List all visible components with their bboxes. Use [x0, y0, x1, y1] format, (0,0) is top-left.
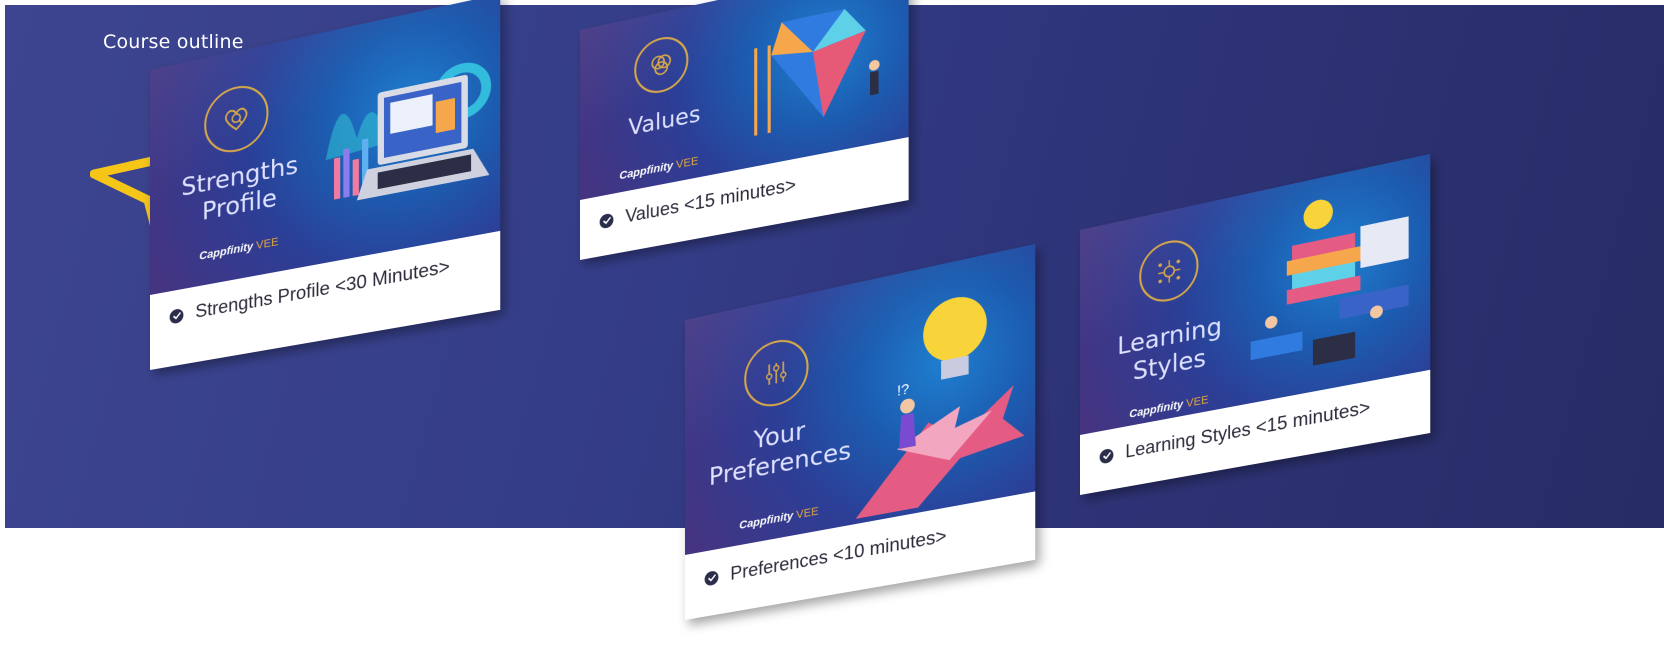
completed-check-icon	[705, 570, 719, 587]
cappfinity-logo: Cappfinity VEE	[1129, 394, 1208, 421]
cappfinity-logo: Cappfinity VEE	[739, 505, 818, 532]
cappfinity-logo: Cappfinity VEE	[199, 236, 278, 263]
svg-text:!?: !?	[897, 380, 909, 399]
laptop-illustration	[315, 27, 494, 250]
brain-network-icon	[1139, 235, 1198, 307]
card-title: Values	[614, 98, 714, 147]
card-title: Your Preferences	[705, 406, 856, 492]
card-title: Learning Styles	[1105, 309, 1236, 391]
cappfinity-logo: Cappfinity VEE	[619, 155, 698, 182]
books-learning-illustration	[1251, 167, 1420, 398]
puzzle-team-illustration	[740, 0, 898, 159]
card-title: Strengths Profile	[175, 149, 306, 231]
completed-check-icon	[170, 307, 184, 324]
overlapping-circles-icon	[634, 32, 688, 98]
lightbulb-crossroads-illustration: !?	[856, 267, 1025, 524]
completed-check-icon	[1100, 447, 1114, 464]
heart-search-icon	[204, 80, 268, 158]
sliders-icon	[744, 334, 808, 412]
completed-check-icon	[600, 212, 614, 229]
page-title: Course outline	[103, 31, 244, 53]
